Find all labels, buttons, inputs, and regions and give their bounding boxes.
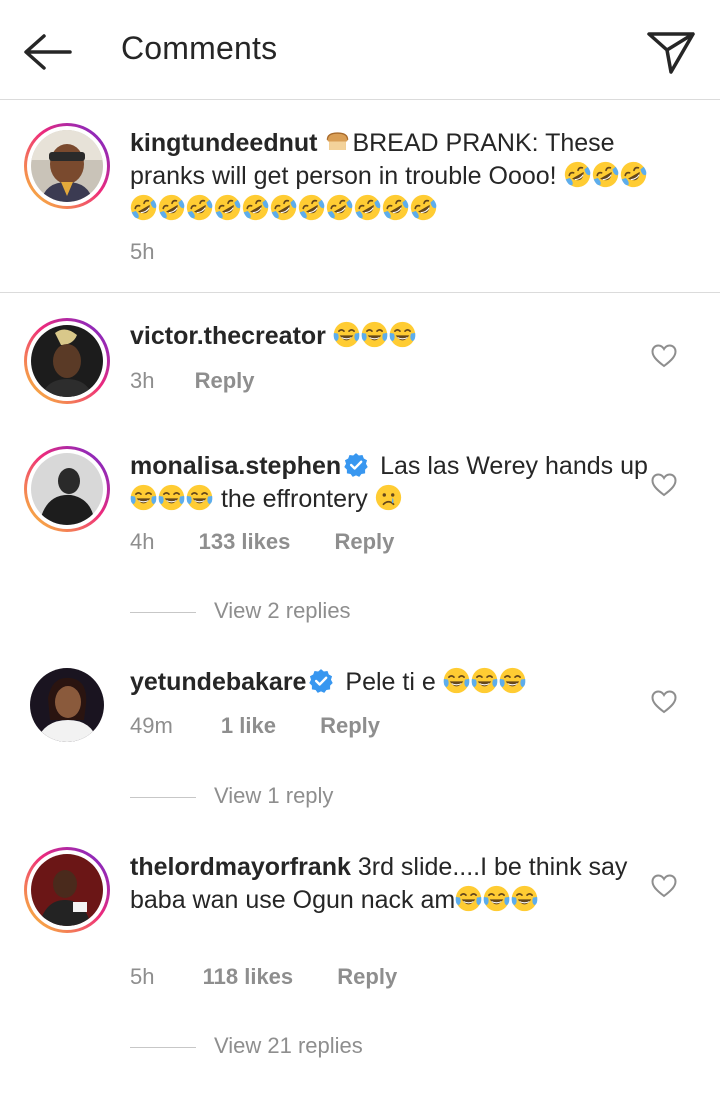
reply-button[interactable]: Reply [334,527,394,557]
rofl-emoji-icon [214,194,241,221]
laugh-emoji-group [455,886,539,914]
heart-icon[interactable] [651,874,677,898]
caption-text: kingtundeednut BREAD PRANK: These pranks… [130,127,650,226]
view-replies-button[interactable]: View 21 replies [130,1031,363,1061]
laugh-emoji-group [130,485,214,513]
arrow-left-icon[interactable] [20,28,76,76]
laughing-emoji-icon [483,885,510,912]
laughing-emoji-icon [511,885,538,912]
heart-icon[interactable] [651,344,677,368]
laughing-emoji-icon [361,321,388,348]
view-replies-label[interactable]: View 1 reply [214,783,333,808]
laughing-emoji-icon [471,667,498,694]
verified-badge-icon [308,668,334,694]
comment-text: yetundebakare Pele ti e [130,666,650,699]
reply-button[interactable]: Reply [195,366,255,396]
rofl-emoji-icon [564,161,591,188]
view-replies-label[interactable]: View 2 replies [214,598,351,623]
divider-line [130,796,196,798]
avatar-image [31,453,103,525]
comment-time: 3h [130,368,155,393]
comment-time: 5h [130,964,155,989]
laughing-emoji-icon [389,321,416,348]
avatar[interactable] [30,668,104,742]
heart-icon[interactable] [651,690,677,714]
comment-meta: 5h 118 likes Reply [130,962,397,992]
top-bar: Comments [0,0,720,100]
avatar[interactable] [24,123,110,209]
avatar[interactable] [24,847,110,933]
laugh-emoji-group [333,322,417,350]
avatar-image [31,130,103,202]
caption-meta: 5h [130,237,154,267]
comment-username[interactable]: victor.thecreator [130,322,326,350]
rofl-emoji-icon [242,194,269,221]
avatar[interactable] [24,318,110,404]
comment-text: thelordmayorfrank 3rd slide....I be thin… [130,851,650,917]
comment-meta: 4h 133 likes Reply [130,527,394,557]
divider-line [130,1046,196,1048]
laughing-emoji-icon [158,484,185,511]
comment-username[interactable]: thelordmayorfrank [130,853,351,881]
paper-plane-icon[interactable] [645,26,697,76]
caption-time: 5h [130,239,155,264]
rofl-emoji-icon [382,194,409,221]
comment-body-continued: the effrontery [220,485,368,513]
heart-icon[interactable] [651,473,677,497]
comment-text: monalisa.stephen Las las Werey hands up … [130,450,650,516]
reply-button[interactable]: Reply [320,711,380,741]
rofl-emoji-icon [620,161,647,188]
rofl-emoji-icon [354,194,381,221]
rofl-emoji-icon [270,194,297,221]
laughing-emoji-icon [499,667,526,694]
rofl-emoji-icon [186,194,213,221]
verified-badge-icon [343,452,369,478]
comment-meta: 49m 1 like Reply [130,711,380,741]
crying-emoji-icon [375,484,402,511]
rofl-emoji-icon [592,161,619,188]
laughing-emoji-icon [333,321,360,348]
rofl-emoji-icon [158,194,185,221]
comment-meta: 3h Reply [130,366,255,396]
comment-time: 49m [130,713,173,738]
divider-line [130,611,196,613]
laughing-emoji-icon [186,484,213,511]
likes-count[interactable]: 118 likes [203,962,294,992]
comment-time: 4h [130,529,155,554]
rofl-emoji-icon [298,194,325,221]
comment-body: Pele ti e [345,668,436,696]
comment-text: victor.thecreator [130,320,650,353]
comment-username[interactable]: yetundebakare [130,668,306,696]
view-replies-button[interactable]: View 1 reply [130,781,333,811]
view-replies-button[interactable]: View 2 replies [130,596,351,626]
laughing-emoji-icon [443,667,470,694]
comment-body: Las las Werey hands up [380,452,648,480]
rofl-emoji-icon [410,194,437,221]
likes-count[interactable]: 133 likes [199,527,291,557]
comment-username[interactable]: monalisa.stephen [130,452,341,480]
reply-button[interactable]: Reply [337,962,397,992]
post-caption: kingtundeednut BREAD PRANK: These pranks… [0,101,720,293]
view-replies-label[interactable]: View 21 replies [214,1033,363,1058]
laughing-emoji-icon [130,484,157,511]
laughing-emoji-icon [455,885,482,912]
caption-username[interactable]: kingtundeednut [130,129,317,157]
avatar-image [31,854,103,926]
avatar-image [31,325,103,397]
page-title: Comments [121,30,278,66]
laugh-emoji-group [443,668,527,696]
rofl-emoji-icon [130,194,157,221]
rofl-emoji-icon [326,194,353,221]
avatar[interactable] [24,446,110,532]
bread-emoji-icon [324,128,351,155]
likes-count[interactable]: 1 like [221,711,276,741]
